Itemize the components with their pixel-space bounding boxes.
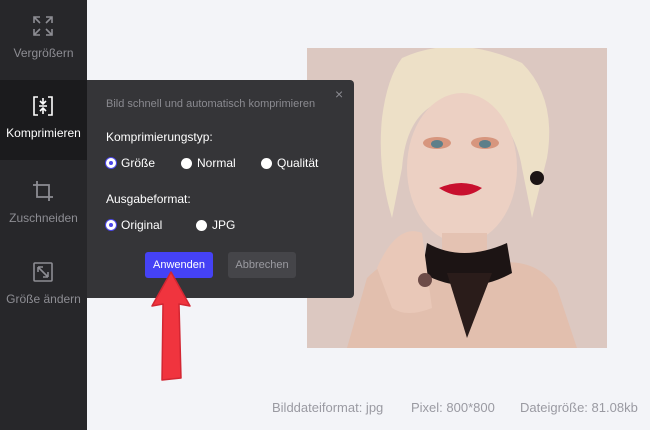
sidebar-item-zuschneiden[interactable]: Zuschneiden <box>0 165 87 245</box>
dialog-title: Bild schnell und automatisch komprimiere… <box>106 98 316 110</box>
resize-icon <box>33 262 53 282</box>
close-icon[interactable]: × <box>335 87 343 101</box>
radio-indicator <box>261 157 272 169</box>
radio-normal[interactable]: Normal <box>181 155 236 171</box>
compress-dialog: Bild schnell und automatisch komprimiere… <box>87 80 354 298</box>
sidebar-item-komprimieren[interactable]: Komprimieren <box>0 80 87 160</box>
compression-type-label: Komprimierungstyp: <box>106 130 213 144</box>
image-format-text: Bilddateiformat: jpg <box>272 400 384 415</box>
sidebar-item-label: Vergrößern <box>13 46 74 60</box>
red-arrow-annotation <box>151 271 191 381</box>
sidebar-item-label: Größe ändern <box>6 292 81 306</box>
radio-label: Größe <box>121 156 156 170</box>
radio-label: JPG <box>212 218 236 232</box>
sidebar-item-label: Zuschneiden <box>9 211 78 225</box>
output-format-label: Ausgabeformat: <box>106 192 191 206</box>
sidebar-item-vergroessern[interactable]: Vergrößern <box>0 0 87 80</box>
sidebar-item-label: Komprimieren <box>6 126 81 140</box>
radio-indicator <box>196 219 207 231</box>
radio-indicator <box>181 157 192 169</box>
crop-icon <box>33 181 53 201</box>
radio-indicator <box>106 158 116 168</box>
radio-indicator <box>106 220 116 230</box>
radio-groesse[interactable]: Größe <box>106 155 155 171</box>
radio-jpg[interactable]: JPG <box>196 217 235 233</box>
sidebar: Vergrößern Komprimieren Zuschneiden Größ… <box>0 0 87 430</box>
compress-icon <box>33 96 53 116</box>
radio-qualitaet[interactable]: Qualität <box>261 155 318 171</box>
radio-label: Qualität <box>277 156 319 170</box>
radio-label: Normal <box>197 156 236 170</box>
radio-label: Original <box>121 218 163 232</box>
image-pixel-text: Pixel: 800*800 <box>411 400 495 415</box>
sidebar-item-groesse-aendern[interactable]: Größe ändern <box>0 246 87 326</box>
radio-original[interactable]: Original <box>106 217 162 233</box>
expand-icon <box>33 16 53 36</box>
image-size-text: Dateigröße: 81.08kb <box>520 400 638 415</box>
cancel-button[interactable]: Abbrechen <box>228 252 296 278</box>
